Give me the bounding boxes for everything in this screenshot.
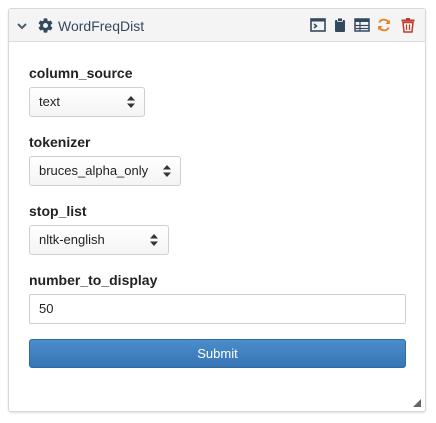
table-icon[interactable] bbox=[354, 17, 370, 33]
terminal-icon[interactable] bbox=[310, 17, 326, 33]
tokenizer-label: tokenizer bbox=[29, 134, 91, 150]
resize-handle-icon[interactable] bbox=[413, 399, 421, 407]
select-arrows-icon bbox=[150, 234, 158, 246]
trash-icon[interactable] bbox=[400, 17, 416, 33]
panel-title: WordFreqDist bbox=[58, 18, 145, 34]
tokenizer-select[interactable]: bruces_alpha_only bbox=[29, 156, 181, 186]
stop-list-label: stop_list bbox=[29, 203, 87, 219]
stop-list-value: nltk-english bbox=[39, 232, 105, 247]
number-to-display-input[interactable]: 50 bbox=[29, 294, 406, 324]
select-arrows-icon bbox=[127, 96, 135, 108]
number-to-display-label: number_to_display bbox=[29, 272, 158, 288]
stop-list-select[interactable]: nltk-english bbox=[29, 225, 169, 255]
column-source-label: column_source bbox=[29, 65, 133, 81]
tokenizer-value: bruces_alpha_only bbox=[39, 163, 149, 178]
clipboard-icon[interactable] bbox=[332, 17, 348, 33]
widget-panel: WordFreqDist column_source text tokenize… bbox=[8, 8, 426, 412]
select-arrows-icon bbox=[163, 165, 171, 177]
refresh-icon[interactable] bbox=[376, 17, 392, 33]
chevron-down-icon[interactable] bbox=[15, 19, 29, 33]
gear-icon bbox=[38, 18, 53, 33]
panel-header: WordFreqDist bbox=[9, 9, 425, 42]
column-source-value: text bbox=[39, 94, 60, 109]
submit-button[interactable]: Submit bbox=[29, 339, 406, 368]
number-to-display-value: 50 bbox=[39, 301, 54, 316]
column-source-select[interactable]: text bbox=[29, 87, 145, 117]
